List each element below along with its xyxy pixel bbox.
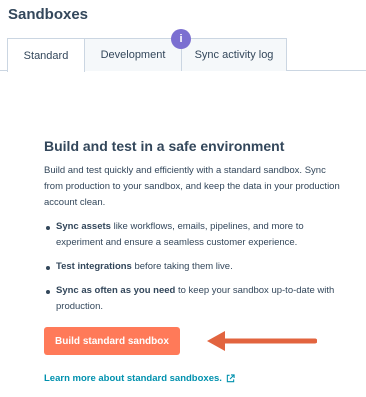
tab-sync-activity-log[interactable]: Sync activity log — [181, 38, 287, 71]
bullet-bold: Test integrations — [56, 261, 132, 272]
tab-development-label: Development — [100, 49, 166, 61]
bullet-dot-icon — [46, 226, 50, 230]
list-item: Sync as often as you need to keep your s… — [44, 283, 344, 315]
bullet-dot-icon — [46, 266, 50, 270]
section-heading: Build and test in a safe environment — [44, 138, 285, 154]
info-icon[interactable]: i — [171, 29, 191, 49]
tab-sync-activity-log-label: Sync activity log — [194, 49, 274, 61]
page-title: Sandboxes — [8, 6, 89, 23]
build-standard-sandbox-button[interactable]: Build standard sandbox — [44, 327, 180, 355]
list-item: Test integrations before taking them liv… — [44, 259, 344, 275]
bullet-bold: Sync as often as you need — [56, 285, 176, 296]
tab-standard-label: Standard — [23, 49, 69, 62]
sandboxes-page: Sandboxes Standard Development Sync acti… — [0, 0, 366, 397]
left-arrow-icon — [207, 331, 317, 351]
intro-text: Build and test quickly and efficiently w… — [44, 165, 340, 208]
bullet-dot-icon — [46, 290, 50, 294]
learn-more-link[interactable]: Learn more about standard sandboxes. — [44, 373, 235, 384]
tab-development[interactable]: Development — [84, 38, 182, 71]
bullet-bold: Sync assets — [56, 221, 111, 232]
learn-more-label: Learn more about standard sandboxes. — [44, 373, 222, 384]
bullet-text: before taking them live. — [131, 261, 233, 272]
external-link-icon — [226, 374, 235, 383]
feature-list: Sync assets like workflows, emails, pipe… — [44, 219, 344, 323]
list-item: Sync assets like workflows, emails, pipe… — [44, 219, 344, 251]
info-badge-text: i — [179, 33, 183, 45]
tab-standard[interactable]: Standard — [7, 38, 85, 72]
